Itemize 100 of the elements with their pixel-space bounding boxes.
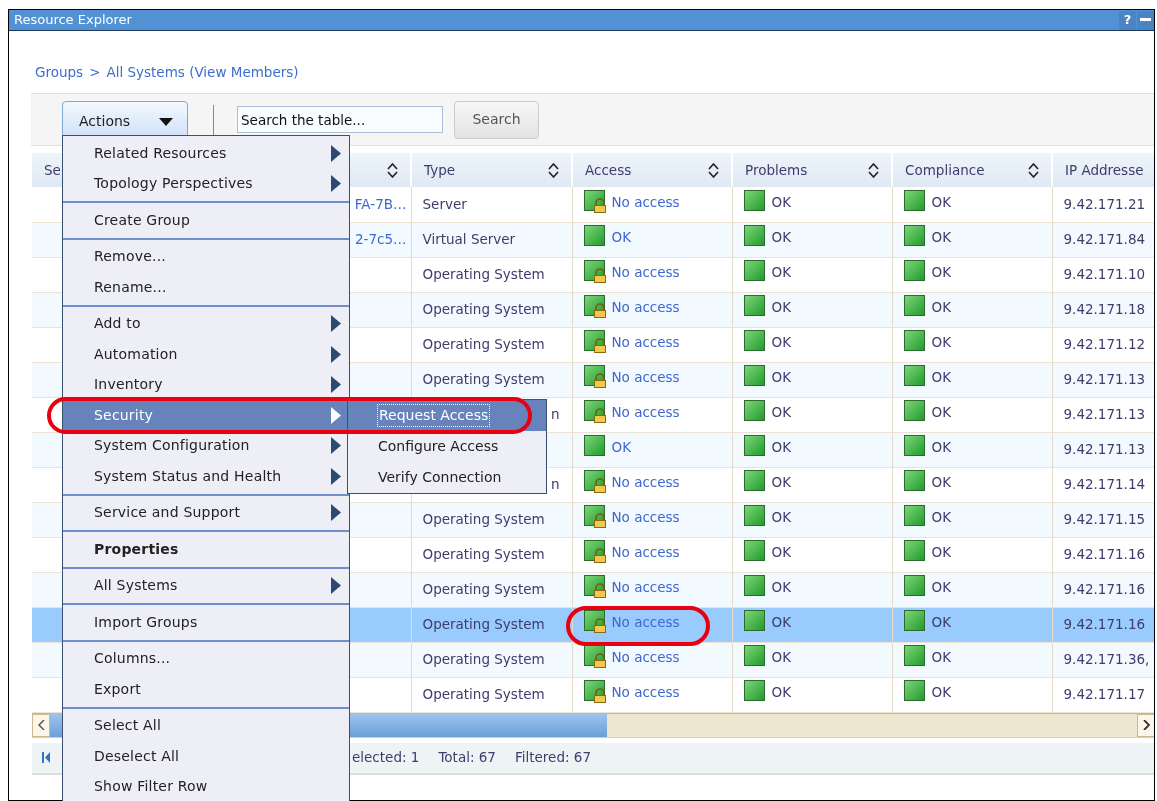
type-cell: Operating System [422, 686, 545, 703]
type-cell: Server [422, 196, 467, 213]
problems-status: OK [771, 437, 791, 457]
sort-icon[interactable] [868, 162, 879, 178]
help-button[interactable]: ? [1119, 10, 1136, 30]
status-ok-icon [903, 470, 927, 494]
compliance-status: OK [931, 507, 951, 527]
access-link[interactable]: No access [611, 191, 680, 212]
ip-address: 9.42.171.13 [1063, 406, 1146, 423]
menu-item[interactable]: Properties [63, 534, 349, 565]
type-cell: Operating System [422, 336, 545, 353]
menu-item[interactable]: Inventory [63, 369, 349, 400]
status-ok-icon [743, 645, 767, 669]
type-cell: Operating System [422, 581, 545, 598]
ip-address: 9.42.171.17 [1063, 686, 1146, 703]
column-header[interactable]: Compliance [892, 153, 1052, 187]
access-link[interactable]: No access [611, 401, 680, 422]
status-ok-icon [743, 330, 767, 354]
problems-status: OK [771, 192, 791, 212]
problems-status: OK [771, 542, 791, 562]
status-ok-icon [903, 610, 927, 634]
status-ok-icon [903, 540, 927, 564]
compliance-status: OK [931, 402, 951, 422]
name-link[interactable]: FA-7B… [354, 196, 407, 213]
column-header[interactable]: Problems [732, 153, 892, 187]
submenu-item[interactable]: Configure Access [348, 431, 546, 462]
menu-item[interactable]: Export [63, 674, 349, 705]
menu-item[interactable]: Columns... [63, 643, 349, 674]
status-ok-icon [743, 680, 767, 704]
menu-item[interactable]: Select All [63, 710, 349, 741]
ip-address: 9.42.171.16 [1063, 546, 1146, 563]
menu-item[interactable]: System Configuration [63, 430, 349, 461]
compliance-status: OK [931, 332, 951, 352]
compliance-status: OK [931, 192, 951, 212]
minimize-icon[interactable] [1140, 18, 1151, 22]
compliance-status: OK [931, 682, 951, 702]
sort-icon[interactable] [708, 162, 719, 178]
problems-status: OK [771, 682, 791, 702]
submenu-arrow-icon [331, 437, 341, 455]
column-header[interactable]: Type [411, 153, 572, 187]
ip-address: 9.42.171.16 [1063, 581, 1146, 598]
submenu-arrow-icon [331, 175, 341, 193]
submenu-arrow-icon [331, 467, 341, 485]
status-ok-icon [903, 225, 927, 249]
access-link[interactable]: No access [611, 471, 680, 492]
search-field[interactable]: Search the table... [237, 106, 443, 133]
status-ok-icon [903, 365, 927, 389]
menu-item[interactable]: All Systems [63, 570, 349, 601]
sort-icon[interactable] [1028, 162, 1039, 178]
access-link[interactable]: No access [611, 681, 680, 702]
type-cell: n [550, 406, 560, 423]
access-link[interactable]: OK [611, 226, 631, 247]
status-ok-icon [743, 470, 767, 494]
menu-item[interactable]: Security [63, 400, 349, 431]
column-header[interactable]: Access [572, 153, 732, 187]
ip-address: 9.42.171.15 [1063, 511, 1146, 528]
access-link[interactable]: No access [611, 331, 680, 352]
first-page-icon[interactable] [42, 752, 50, 763]
breadcrumb-link[interactable]: All Systems (View Members) [106, 62, 299, 93]
scroll-left-icon[interactable] [37, 720, 45, 730]
status-ok-icon [743, 540, 767, 564]
compliance-status: OK [931, 647, 951, 667]
ip-address: 9.42.171.13 [1063, 441, 1146, 458]
breadcrumb-separator: > [89, 63, 101, 82]
status-ok-icon [743, 260, 767, 284]
status-ok-icon [903, 680, 927, 704]
submenu-arrow-icon [331, 504, 341, 522]
type-cell: Operating System [422, 371, 545, 388]
status-ok-icon [903, 295, 927, 319]
menu-item[interactable]: Deselect All [63, 741, 349, 772]
compliance-status: OK [931, 262, 951, 282]
column-header[interactable]: IP Addresse [1052, 153, 1154, 187]
status-ok-icon [903, 645, 927, 669]
ip-address: 9.42.171.13 [1063, 371, 1146, 388]
ip-address: 9.42.171.14 [1063, 476, 1146, 493]
menu-item[interactable]: Related Resources [63, 138, 349, 169]
status-ok-icon [903, 400, 927, 424]
ip-address: 9.42.171.10 [1063, 266, 1146, 283]
status-ok-icon [903, 575, 927, 599]
type-cell: Operating System [422, 651, 545, 668]
status-ok-icon [743, 400, 767, 424]
access-link[interactable]: OK [611, 436, 631, 457]
ip-address: 9.42.171.84 [1063, 231, 1146, 248]
scroll-right-icon[interactable] [1142, 720, 1150, 730]
problems-status: OK [771, 472, 791, 492]
menu-item[interactable]: Import Groups [63, 607, 349, 638]
sort-icon[interactable] [548, 162, 559, 178]
sort-icon[interactable] [387, 162, 398, 178]
breadcrumb-link[interactable]: Groups [35, 62, 84, 93]
ip-address: 9.42.171.12 [1063, 336, 1146, 353]
name-link[interactable]: 2-7c5… [354, 231, 407, 248]
submenu-arrow-icon [331, 577, 341, 595]
caret-icon [159, 117, 173, 126]
menu-item[interactable]: Show Filter Row [63, 771, 349, 801]
access-link[interactable]: No access [611, 541, 680, 562]
compliance-status: OK [931, 542, 951, 562]
compliance-status: OK [931, 612, 951, 632]
status-ok-icon [903, 260, 927, 284]
access-link[interactable]: No access [611, 261, 680, 282]
status-ok-icon [743, 610, 767, 634]
